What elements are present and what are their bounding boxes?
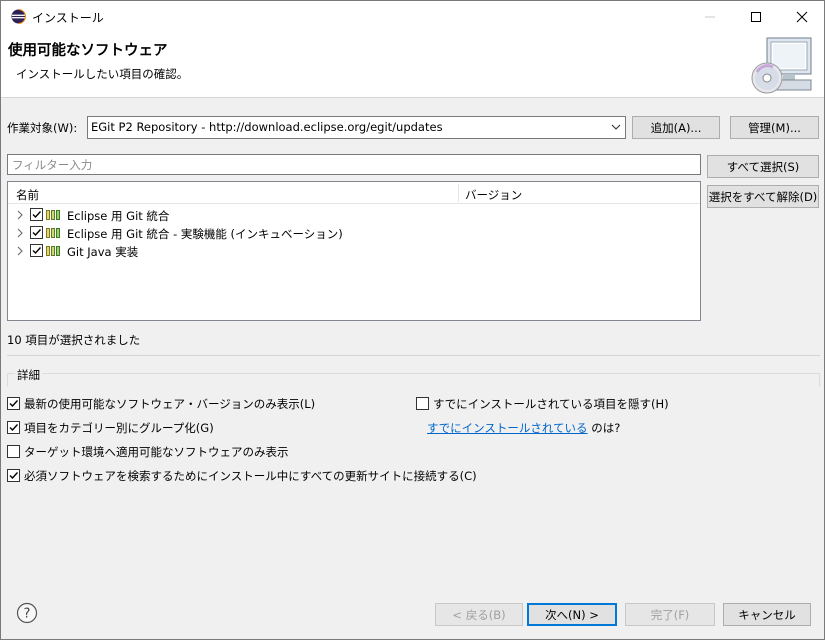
chevron-down-icon [611, 124, 621, 130]
maximize-icon [751, 11, 761, 22]
page-description: インストールしたい項目の確認。 [16, 67, 189, 81]
row-label: Eclipse 用 Git 統合 [67, 209, 170, 223]
target-only-label: ターゲット環境へ適用可能なソフトウェアのみ表示 [24, 445, 289, 459]
checkmark-icon [32, 247, 42, 255]
column-divider[interactable] [458, 184, 459, 202]
details-legend: 詳細 [15, 367, 42, 383]
row-checkbox[interactable] [30, 226, 43, 239]
chevron-right-icon[interactable] [15, 245, 25, 257]
row-label: Eclipse 用 Git 統合 - 実験機能 (インキュベーション) [67, 227, 343, 241]
selection-status: 10 項目が選択されました [7, 333, 141, 347]
title-bar: インストール [1, 1, 824, 32]
checkmark-icon [32, 229, 42, 237]
feature-category-icon [46, 210, 60, 220]
page-title: 使用可能なソフトウェア [8, 43, 168, 59]
show-latest-checkbox[interactable] [7, 397, 20, 410]
target-only-checkbox[interactable] [7, 445, 20, 458]
deselect-all-button[interactable]: 選択をすべて解除(D) [707, 185, 819, 208]
cancel-button[interactable]: キャンセル [723, 603, 811, 626]
details-group [7, 373, 820, 387]
checkmark-icon [32, 211, 42, 219]
group-by-category-label: 項目をカテゴリー別にグループ化(G) [24, 421, 214, 435]
row-checkbox[interactable] [30, 244, 43, 257]
show-latest-label: 最新の使用可能なソフトウェア・バージョンのみ表示(L) [24, 397, 316, 411]
chevron-right-icon[interactable] [15, 227, 25, 239]
contact-all-sites-checkbox[interactable] [7, 469, 20, 482]
svg-text:?: ? [24, 607, 31, 622]
finish-button[interactable]: 完了(F) [625, 603, 715, 626]
minimize-button[interactable] [687, 1, 733, 32]
group-by-category-checkbox[interactable] [7, 421, 20, 434]
hide-installed-label: すでにインストールされている項目を隠す(H) [433, 397, 669, 411]
work-with-combo[interactable]: EGit P2 Repository - http://download.ecl… [87, 116, 626, 139]
checkmark-icon [9, 424, 19, 432]
eclipse-icon [11, 9, 26, 24]
help-icon[interactable]: ? [16, 602, 38, 624]
software-tree[interactable]: 名前 バージョン Eclipse 用 Git 統合 Eclipse 用 Git … [7, 181, 701, 321]
already-installed-link[interactable]: すでにインストールされている [427, 421, 588, 435]
install-dialog: インストール 使用可能なソフトウェア インストールしたい項目の確認。 作業対象(… [0, 0, 825, 640]
select-all-button[interactable]: すべて選択(S) [707, 155, 819, 178]
minimize-icon [705, 16, 715, 17]
column-version-header[interactable]: バージョン [465, 187, 522, 203]
checkmark-icon [9, 472, 19, 480]
tree-row[interactable]: Eclipse 用 Git 統合 - 実験機能 (インキュベーション) [8, 224, 700, 242]
contact-all-sites-label: 必須ソフトウェアを検索するためにインストール中にすべての更新サイトに接続する(C… [24, 469, 477, 483]
tree-row[interactable]: Git Java 実装 [8, 242, 700, 260]
add-site-button[interactable]: 追加(A)... [632, 116, 720, 139]
feature-category-icon [46, 228, 60, 238]
divider [7, 355, 820, 356]
tree-row[interactable]: Eclipse 用 Git 統合 [8, 206, 700, 224]
install-wizard-monitor-cd-icon [751, 37, 812, 94]
column-name-header[interactable]: 名前 [16, 187, 39, 203]
tree-header: 名前 バージョン [8, 182, 700, 204]
work-with-value: EGit P2 Repository - http://download.ecl… [91, 120, 443, 134]
maximize-button[interactable] [733, 1, 779, 32]
chevron-right-icon[interactable] [15, 209, 25, 221]
row-checkbox[interactable] [30, 208, 43, 221]
hide-installed-checkbox[interactable] [416, 397, 429, 410]
close-icon [796, 11, 808, 22]
feature-category-icon [46, 246, 60, 256]
window-title: インストール [32, 11, 104, 25]
filter-input[interactable] [7, 154, 701, 175]
wizard-banner: 使用可能なソフトウェア インストールしたい項目の確認。 [1, 32, 824, 98]
manage-sites-button[interactable]: 管理(M)... [730, 116, 819, 139]
row-label: Git Java 実装 [67, 245, 139, 259]
next-button[interactable]: 次へ(N) > [527, 603, 617, 626]
close-button[interactable] [779, 1, 825, 32]
installed-info: すでにインストールされている のは? [427, 420, 620, 436]
installed-suffix: のは? [587, 421, 621, 435]
back-button[interactable]: < 戻る(B) [435, 603, 523, 626]
checkmark-icon [9, 400, 19, 408]
work-with-label: 作業対象(W): [7, 121, 78, 135]
